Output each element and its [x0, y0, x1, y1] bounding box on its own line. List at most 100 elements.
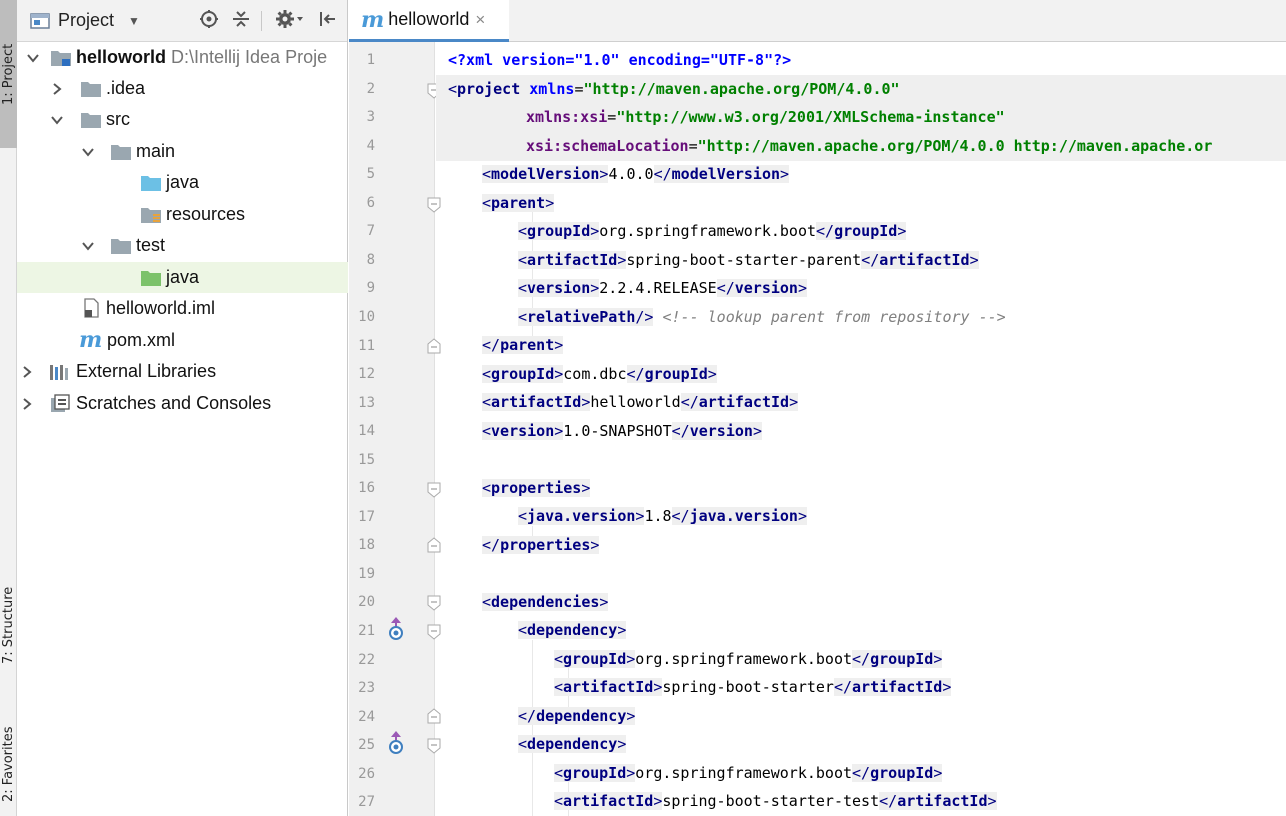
settings-button[interactable] [273, 9, 307, 33]
code-editor[interactable]: <?xml version="1.0" encoding="UTF-8"?> <… [436, 42, 1286, 816]
code-line: <artifactId>spring-boot-starter-parent</… [518, 251, 979, 269]
tree-item-external-libraries[interactable]: External Libraries [17, 356, 348, 387]
project-view-selector[interactable]: Project ▼ [30, 10, 140, 31]
xml-text: org.springframework.boot [635, 650, 853, 668]
xml-tag: parent [500, 336, 555, 354]
xml-text: 1.0-SNAPSHOT [563, 422, 672, 440]
xml-text: spring-boot-starter-parent [626, 251, 862, 269]
code-line: <version>1.0-SNAPSHOT</version> [482, 422, 762, 440]
code-line: <groupId>org.springframework.boot</group… [518, 222, 907, 240]
tree-item-helloworld[interactable]: helloworld D:\Intellij Idea Proje [17, 42, 348, 73]
xml-tag: groupId [527, 222, 591, 240]
code-line: <dependency> [518, 735, 627, 753]
code-line: <version>2.2.4.RELEASE</version> [518, 279, 807, 297]
tree-item-main-java[interactable]: java [17, 167, 348, 198]
xml-tag: artifactId [527, 251, 618, 269]
editor-tab-pom[interactable]: m helloworld × [349, 0, 509, 42]
xml-text: com.dbc [563, 365, 627, 383]
code-line: <?xml version="1.0" encoding="UTF-8"?> [436, 46, 1286, 75]
xml-tag: artifactId [698, 393, 790, 411]
hide-panel-button[interactable] [315, 9, 339, 33]
code-line: <artifactId>spring-boot-starter-test</ar… [554, 792, 997, 810]
tree-item-iml[interactable]: helloworld.iml [17, 293, 348, 324]
line-number: 24 [358, 708, 375, 725]
editor-tab-bar: m helloworld × [349, 0, 1286, 42]
chevron-down-icon[interactable] [80, 144, 96, 160]
xml-tag: version [527, 279, 591, 297]
tree-item-resources[interactable]: resources [17, 199, 348, 230]
line-number: 4 [366, 137, 375, 154]
line-number: 27 [358, 794, 375, 811]
locate-file-button[interactable] [197, 9, 221, 33]
xml-text: spring-boot-starter [662, 678, 834, 696]
chevron-right-icon[interactable] [19, 364, 35, 380]
tree-item-label: Scratches and Consoles [76, 393, 272, 413]
tree-item-test-java[interactable]: java [17, 262, 348, 293]
tree-item-label: main [136, 141, 176, 161]
iml-file-icon [84, 298, 99, 318]
folder-icon [111, 239, 131, 254]
code-line: </properties> [482, 536, 600, 554]
code-line: xsi:schemaLocation="http://maven.apache.… [436, 132, 1286, 161]
xml-tag: groupId [563, 764, 627, 782]
close-icon[interactable]: × [475, 10, 485, 30]
xml-tag: project [457, 80, 521, 98]
project-view-icon [30, 12, 50, 29]
overrides-dependency-icon[interactable] [387, 616, 405, 640]
code-line: <parent> [482, 194, 555, 212]
line-number: 25 [358, 737, 375, 754]
xml-value: "http://www.w3.org/2001/XMLSchema-instan… [616, 108, 1005, 126]
xml-tag: relativePath [527, 308, 636, 326]
chevron-right-icon[interactable] [49, 81, 65, 97]
library-icon [50, 365, 68, 380]
overrides-dependency-icon[interactable] [387, 730, 405, 754]
xml-tag: version [689, 422, 753, 440]
xml-tag: modelVersion [671, 165, 781, 183]
xml-attribute: xsi:schemaLocation [526, 137, 689, 155]
tree-item-label: helloworld [76, 47, 166, 67]
tree-item-idea[interactable]: .idea [17, 73, 348, 104]
chevron-right-icon[interactable] [19, 396, 35, 412]
line-number: 20 [358, 594, 375, 611]
editor-gutter: 1 2 3 4 5 6 7 8 9 10 11 12 13 14 15 16 17 18 19 20 21 22 23 24 2… [349, 42, 441, 816]
tree-item-main[interactable]: main [17, 136, 348, 167]
project-panel-header: Project ▼ [17, 0, 347, 42]
project-tool-tab[interactable]: 1: Project [0, 0, 17, 148]
line-number: 11 [358, 337, 375, 354]
collapse-all-button[interactable] [229, 9, 253, 33]
chevron-down-icon[interactable] [25, 50, 41, 66]
resources-folder-icon [141, 208, 161, 223]
code-line: </dependency> [518, 707, 636, 725]
line-number: 8 [366, 251, 375, 268]
xml-text: org.springframework.boot [599, 222, 817, 240]
source-folder-icon [141, 176, 161, 191]
xml-tag: properties [491, 479, 582, 497]
xml-tag: java.version [689, 507, 798, 525]
favorites-tool-tab[interactable]: 2: Favorites [0, 712, 17, 816]
xml-tag: java.version [527, 507, 636, 525]
collapse-all-icon [233, 11, 249, 27]
line-number: 2 [366, 80, 375, 97]
structure-tool-tab[interactable]: 7: Structure [0, 560, 17, 690]
chevron-down-icon[interactable] [49, 112, 65, 128]
tree-item-src[interactable]: src [17, 104, 348, 135]
xml-tag: modelVersion [491, 165, 600, 183]
code-line: <groupId>org.springframework.boot</group… [554, 650, 943, 668]
line-number: 9 [366, 280, 375, 297]
line-number: 1 [366, 52, 375, 68]
code-line: <artifactId>helloworld</artifactId> [482, 393, 799, 411]
code-line: <dependencies> [482, 593, 609, 611]
xml-tag: artifactId [879, 251, 970, 269]
crosshair-icon [200, 10, 218, 28]
tree-item-label: test [136, 235, 166, 255]
folder-icon [81, 113, 101, 128]
xml-text: 4.0.0 [608, 165, 654, 183]
code-line: <modelVersion>4.0.0</modelVersion> [482, 165, 790, 183]
chevron-down-icon[interactable] [80, 238, 96, 254]
tree-item-scratches[interactable]: Scratches and Consoles [17, 388, 348, 419]
tree-item-label: src [106, 109, 130, 129]
tree-item-path: D:\Intellij Idea Proje [171, 47, 328, 67]
line-number: 15 [358, 451, 375, 468]
tree-item-pom[interactable]: m pom.xml [17, 325, 348, 356]
tree-item-test[interactable]: test [17, 230, 348, 261]
